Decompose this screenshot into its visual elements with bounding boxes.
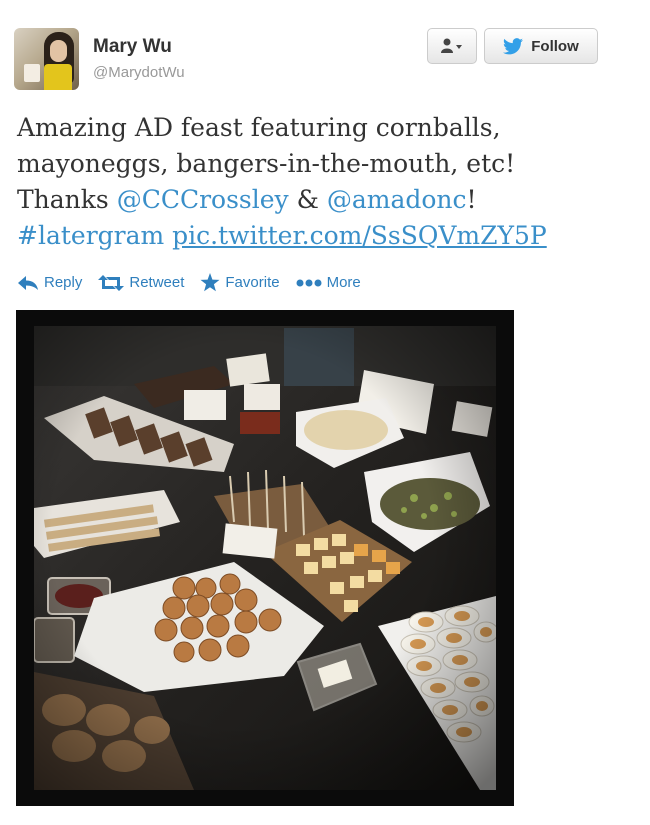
twitter-bird-icon: [503, 37, 524, 55]
avatar[interactable]: [14, 28, 79, 90]
tweet-line-2: mayoneggs, bangers-in-the-mouth, etc!: [17, 149, 516, 178]
retweet-label: Retweet: [129, 274, 185, 291]
tweet-line-1: Amazing AD feast featuring cornballs,: [17, 113, 501, 142]
author-handle[interactable]: @MarydotWu: [93, 64, 185, 81]
tweet-bang: !: [466, 185, 477, 214]
tweet-text: Amazing AD feast featuring cornballs, may…: [17, 110, 637, 254]
favorite-label: Favorite: [225, 274, 280, 291]
star-icon: [200, 273, 220, 292]
retweet-icon: [98, 274, 125, 291]
reply-icon: [18, 275, 38, 290]
user-actions-button[interactable]: [427, 28, 477, 64]
tweet: Mary Wu @MarydotWu Follow Amazing AD fea…: [0, 0, 650, 825]
mention-link[interactable]: @CCCrossley: [117, 185, 289, 214]
reply-button[interactable]: Reply: [17, 274, 82, 291]
tweet-thanks: Thanks: [17, 185, 117, 214]
retweet-button[interactable]: Retweet: [98, 274, 184, 291]
food-table-photo: [34, 326, 496, 790]
favorite-button[interactable]: Favorite: [200, 273, 280, 292]
user-icon: [441, 38, 462, 53]
mention-link[interactable]: @amadonc: [327, 185, 467, 214]
more-dots-icon: [296, 279, 322, 286]
author-name[interactable]: Mary Wu: [93, 36, 172, 58]
more-button[interactable]: More: [296, 274, 361, 291]
more-label: More: [326, 274, 361, 291]
pic-link[interactable]: pic.twitter.com/SsSQVmZY5P: [172, 221, 547, 250]
reply-label: Reply: [44, 274, 83, 291]
follow-button[interactable]: Follow: [484, 28, 598, 64]
tweet-actions: Reply Retweet Favorite More: [17, 273, 361, 292]
follow-label: Follow: [531, 37, 579, 55]
tweet-amp: &: [288, 185, 327, 214]
hashtag-link[interactable]: #latergram: [17, 221, 164, 250]
tweet-photo[interactable]: [16, 310, 514, 806]
tweet-space: [164, 221, 172, 250]
